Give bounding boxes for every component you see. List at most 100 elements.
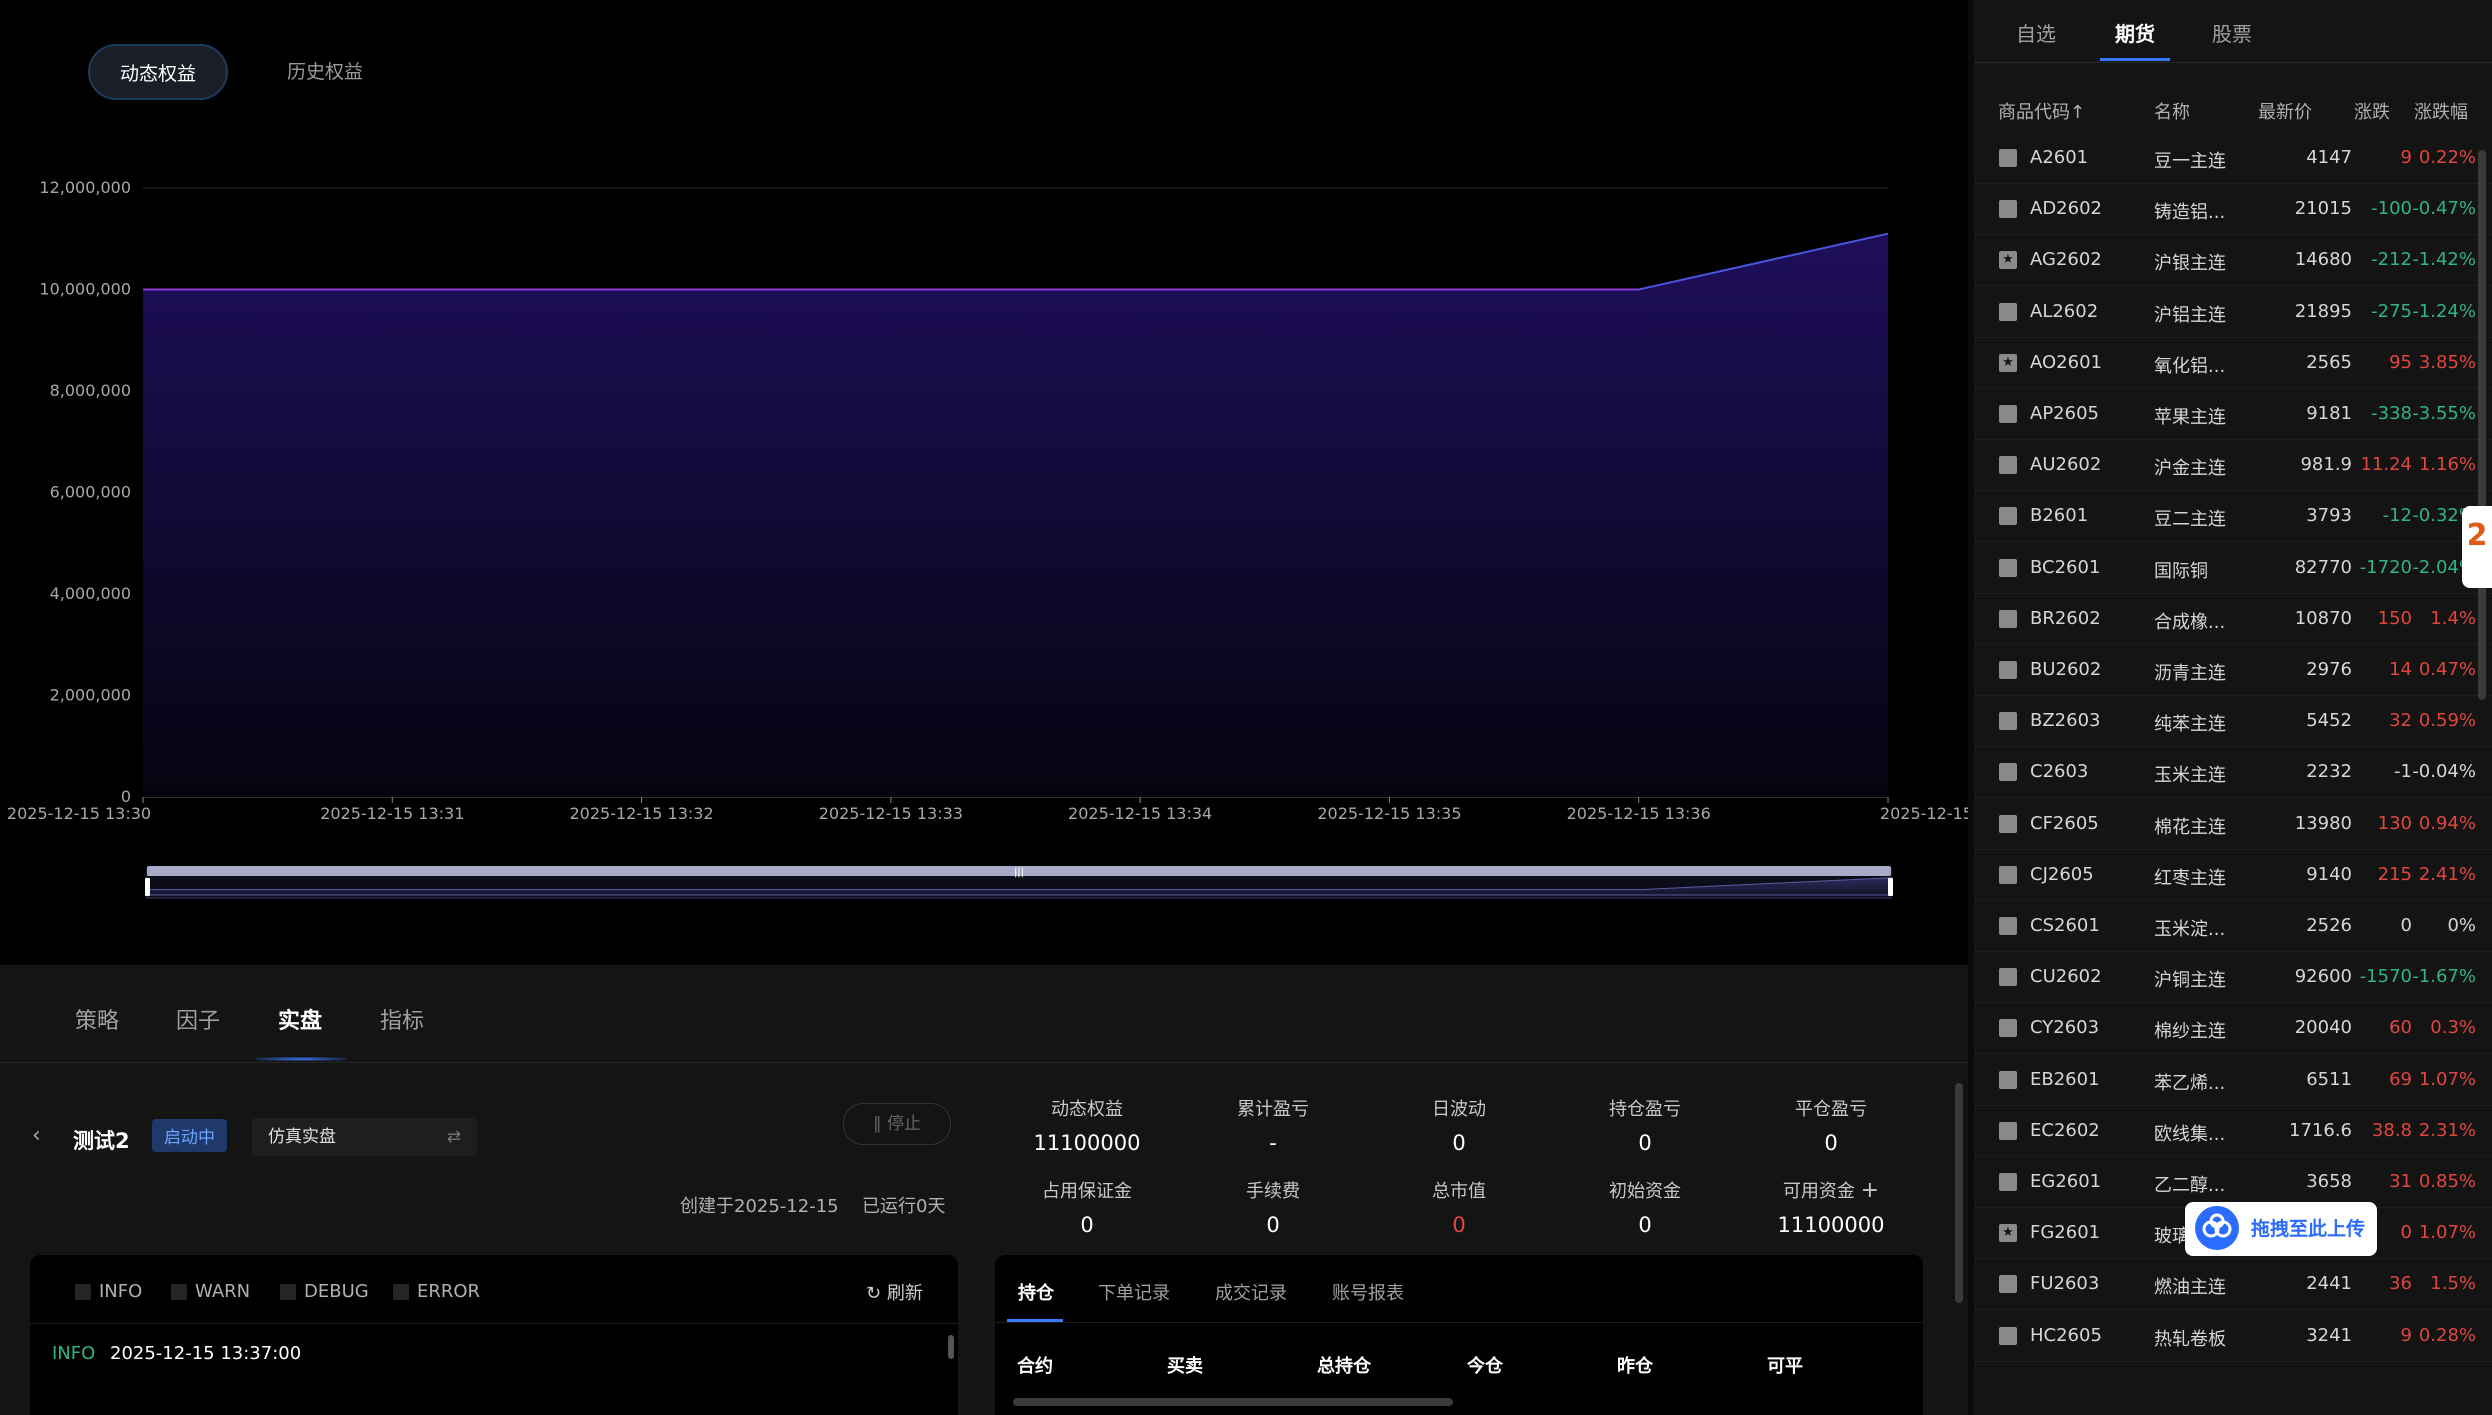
row-name: 沪铜主连 <box>2154 970 2226 992</box>
market-row[interactable]: CS2601 玉米淀... 2526 0 0% <box>1974 901 2492 952</box>
market-row[interactable]: CJ2605 红枣主连 9140 215 2.41% <box>1974 850 2492 901</box>
row-change-pct: 0.28% <box>2418 1324 2476 1346</box>
favorite-icon[interactable] <box>1999 507 2017 526</box>
row-price: 4147 <box>2306 147 2352 168</box>
tab-orders[interactable]: 下单记录 <box>1098 1279 1170 1305</box>
row-price: 2441 <box>2306 1273 2352 1295</box>
row-price: 21015 <box>2294 198 2352 220</box>
row-name: 沪金主连 <box>2154 458 2226 480</box>
market-row[interactable]: CY2603 棉纱主连 20040 60 0.3% <box>1974 1003 2492 1055</box>
favorite-icon[interactable] <box>1999 149 2017 167</box>
tab-indicator[interactable]: 指标 <box>380 1003 424 1035</box>
row-change-pct: -1.24% <box>2412 300 2476 322</box>
favorite-icon[interactable] <box>1999 865 2017 884</box>
market-row[interactable]: EC2602 欧线集... 1716.6 38.8 2.31% <box>1974 1106 2492 1157</box>
favorite-icon[interactable] <box>1999 712 2017 731</box>
row-name: 燃油主连 <box>2154 1277 2226 1299</box>
favorite-icon[interactable] <box>1999 1326 2017 1345</box>
log-filter-info[interactable]: INFO <box>75 1281 142 1302</box>
row-change: 0 <box>2400 915 2412 936</box>
favorite-icon[interactable] <box>1999 1070 2017 1089</box>
row-change: 9 <box>2400 147 2412 168</box>
market-row[interactable]: BU2602 沥青主连 2976 14 0.47% <box>1974 645 2492 696</box>
tab-watchlist[interactable]: 自选 <box>2016 18 2056 47</box>
market-row[interactable]: CF2605 棉花主连 13980 130 0.94% <box>1974 799 2492 850</box>
checkbox[interactable] <box>280 1284 296 1300</box>
checkbox[interactable] <box>171 1284 187 1300</box>
market-row[interactable]: BZ2603 纯苯主连 5452 32 0.59% <box>1974 696 2492 748</box>
favorite-icon[interactable] <box>1999 405 2017 423</box>
log-panel: INFO WARN DEBUG ERROR ↻ 刷新 INFO 2025-12-… <box>30 1255 958 1415</box>
row-price: 2565 <box>2306 351 2352 373</box>
log-filter-debug[interactable]: DEBUG <box>280 1281 369 1302</box>
market-row[interactable]: HC2605 热轧卷板 3241 9 0.28% <box>1974 1311 2492 1362</box>
row-name: 苯乙烯... <box>2154 1072 2226 1094</box>
market-row[interactable]: C2603 玉米主连 2232 -1 -0.04% <box>1974 747 2492 799</box>
zoom-handle-right[interactable] <box>1888 878 1893 896</box>
row-change: -100 <box>2371 198 2412 220</box>
market-row[interactable]: AD2602 铸造铝... 21015 -100 -0.47% <box>1974 184 2492 236</box>
favorite-icon[interactable] <box>1999 456 2017 475</box>
scrollbar[interactable] <box>948 1335 954 1359</box>
tab-positions[interactable]: 持仓 <box>1018 1279 1054 1305</box>
favorite-icon[interactable] <box>1999 968 2017 987</box>
market-scrollbar[interactable] <box>2478 150 2486 700</box>
row-price: 1716.6 <box>2289 1119 2352 1141</box>
market-row[interactable]: BR2602 合成橡... 10870 150 1.4% <box>1974 594 2492 645</box>
row-price: 3658 <box>2306 1171 2352 1192</box>
favorite-icon[interactable] <box>1999 814 2017 833</box>
tab-strategy[interactable]: 策略 <box>75 1003 119 1035</box>
col-code[interactable]: 商品代码↑ <box>1998 98 2085 124</box>
favorite-filled-icon[interactable]: ★ <box>1999 353 2017 372</box>
log-filter-error[interactable]: ERROR <box>393 1281 480 1302</box>
side-float-tag[interactable]: 2 <box>2462 506 2492 588</box>
market-row[interactable]: ★ AG2602 沪银主连 14680 -212 -1.42% <box>1974 235 2492 287</box>
tab-account-report[interactable]: 账号报表 <box>1332 1279 1404 1305</box>
favorite-icon[interactable] <box>1999 1019 2017 1038</box>
market-row[interactable]: FU2603 燃油主连 2441 36 1.5% <box>1974 1259 2492 1311</box>
favorite-icon[interactable] <box>1999 200 2017 219</box>
tab-factor[interactable]: 因子 <box>176 1003 220 1035</box>
stop-button[interactable]: ∥ 停止 <box>843 1103 951 1145</box>
market-row[interactable]: B2601 豆二主连 3793 -12 -0.32% <box>1974 491 2492 543</box>
favorite-icon[interactable] <box>1999 609 2017 628</box>
refresh-button[interactable]: ↻ 刷新 <box>866 1279 923 1305</box>
tab-stocks[interactable]: 股票 <box>2212 18 2252 47</box>
favorite-icon[interactable] <box>1999 302 2017 321</box>
tab-live[interactable]: 实盘 <box>278 1003 322 1035</box>
favorite-icon[interactable] <box>1999 1173 2017 1191</box>
add-icon[interactable]: + <box>1861 1178 1879 1203</box>
favorite-icon[interactable] <box>1999 1275 2017 1294</box>
market-row[interactable]: AP2605 苹果主连 9181 -338 -3.55% <box>1974 389 2492 440</box>
market-row[interactable]: ★ AO2601 氧化铝... 2565 95 3.85% <box>1974 338 2492 389</box>
log-filter-warn[interactable]: WARN <box>171 1281 250 1302</box>
bottom-scrollbar[interactable] <box>1955 1083 1963 1303</box>
row-price: 20040 <box>2294 1017 2352 1039</box>
market-row[interactable]: A2601 豆一主连 4147 9 0.22% <box>1974 133 2492 184</box>
zoom-handle-left[interactable] <box>145 878 150 896</box>
favorite-filled-icon[interactable]: ★ <box>1999 251 2017 270</box>
checkbox[interactable] <box>75 1284 91 1300</box>
favorite-icon[interactable] <box>1999 661 2017 679</box>
market-row[interactable]: EB2601 苯乙烯... 6511 69 1.07% <box>1974 1055 2492 1106</box>
favorite-icon[interactable] <box>1999 917 2017 935</box>
zoom-grip-icon[interactable]: ||| <box>1014 867 1024 878</box>
favorite-icon[interactable] <box>1999 763 2017 782</box>
favorite-icon[interactable] <box>1999 1121 2017 1140</box>
checkbox[interactable] <box>393 1284 409 1300</box>
market-row[interactable]: AU2602 沪金主连 981.9 11.24 1.16% <box>1974 440 2492 492</box>
tab-futures[interactable]: 期货 <box>2115 18 2155 47</box>
market-row[interactable]: CU2602 沪铜主连 92600 -1570 -1.67% <box>1974 952 2492 1004</box>
favorite-filled-icon[interactable]: ★ <box>1999 1224 2017 1243</box>
favorite-icon[interactable] <box>1999 558 2017 577</box>
row-code: FU2603 <box>2030 1273 2100 1295</box>
horizontal-scrollbar[interactable] <box>1013 1398 1453 1406</box>
market-row[interactable]: BC2601 国际铜 82770 -1720 -2.04% <box>1974 543 2492 594</box>
tab-trades[interactable]: 成交记录 <box>1215 1279 1287 1305</box>
market-row[interactable]: EG2601 乙二醇... 3658 31 0.85% <box>1974 1157 2492 1208</box>
env-select[interactable]: 仿真实盘 ⇄ <box>252 1118 477 1156</box>
row-change: -275 <box>2371 300 2412 322</box>
market-row[interactable]: AL2602 沪铝主连 21895 -275 -1.24% <box>1974 287 2492 338</box>
back-chevron-icon[interactable]: ‹ <box>32 1123 41 1148</box>
metric-close-pnl: 平仓盈亏 0 <box>1795 1099 1867 1155</box>
